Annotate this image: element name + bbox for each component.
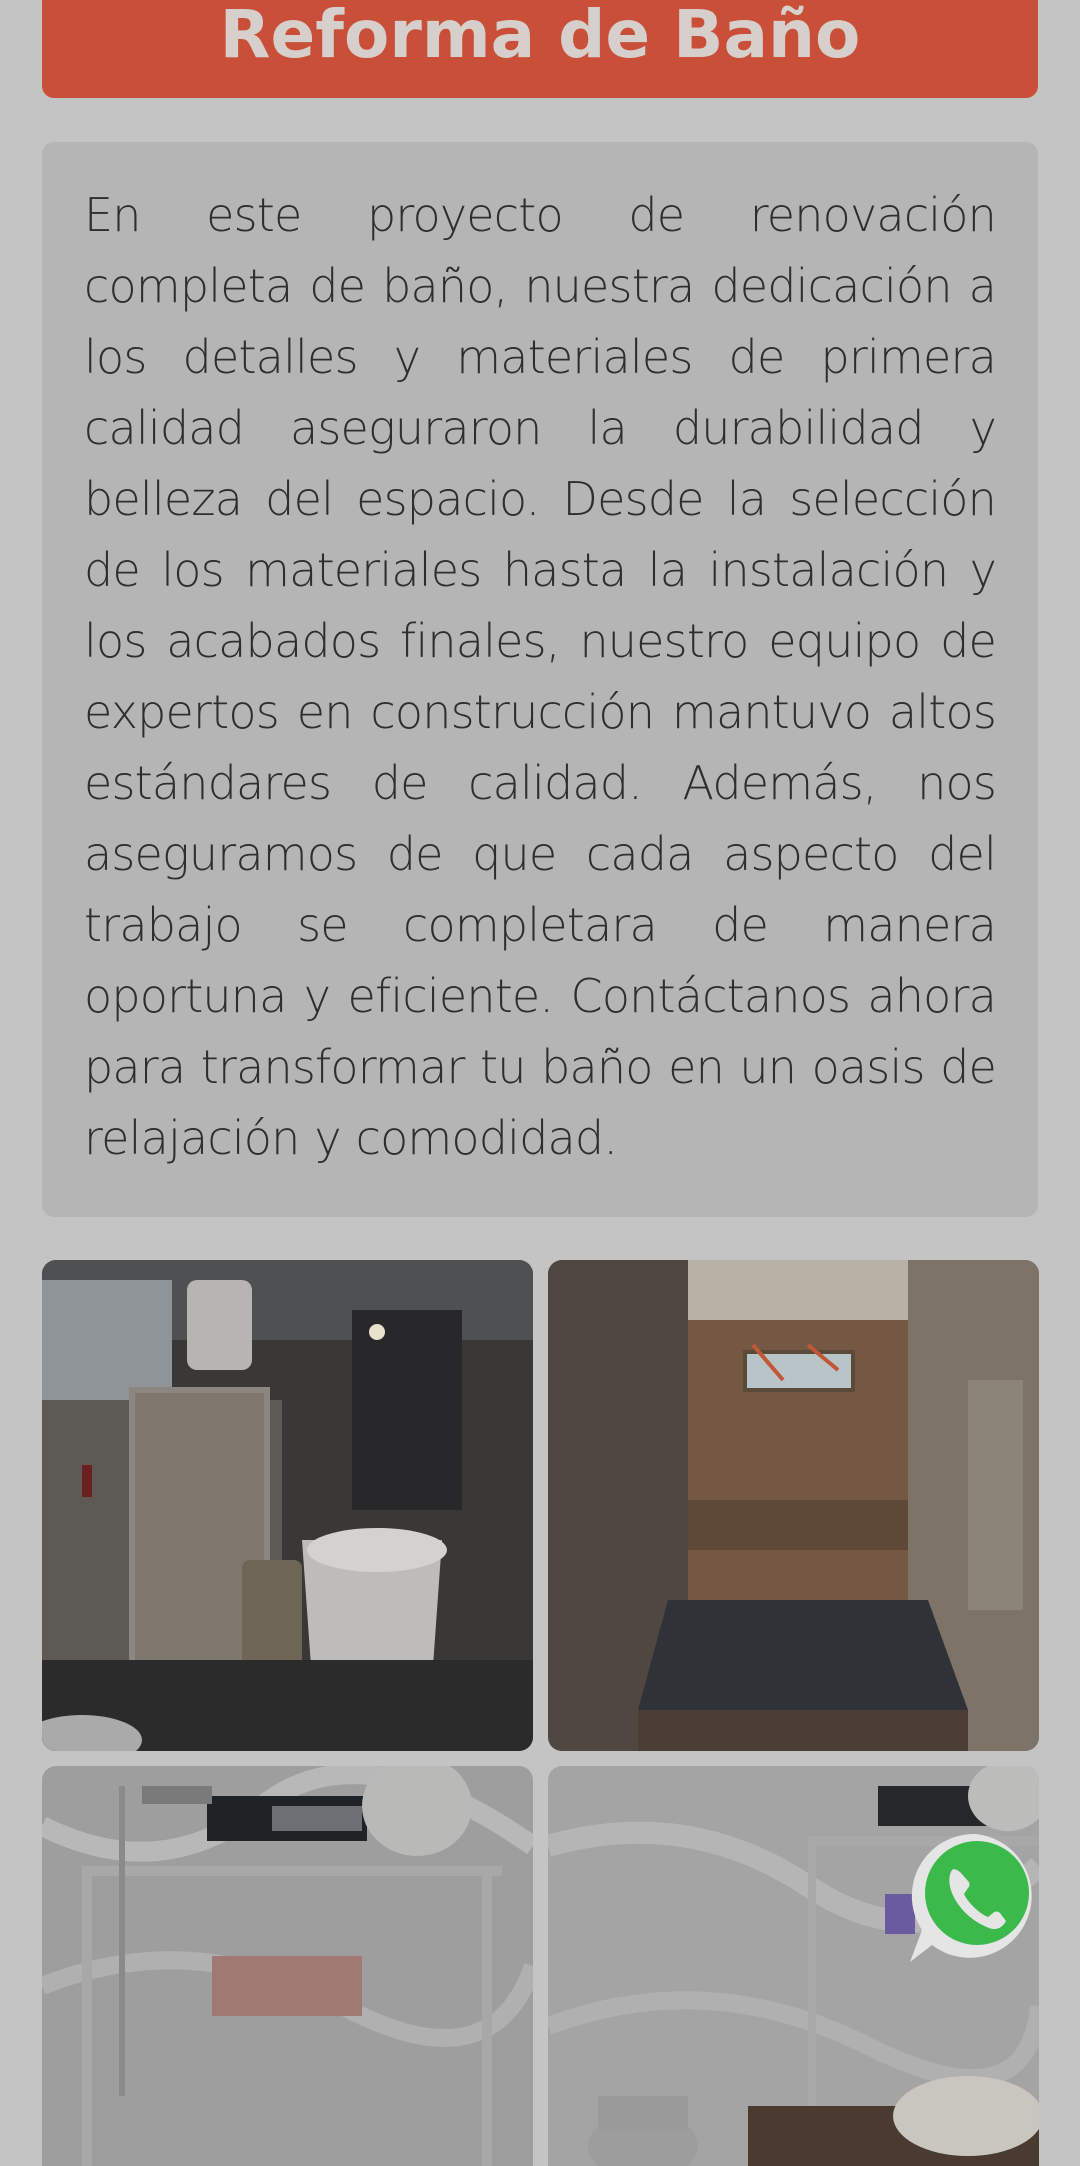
- gallery-photo-bathroom-demolition[interactable]: [548, 1260, 1039, 1751]
- project-description-card: En este proyecto de renovación completa …: [42, 142, 1038, 1217]
- page-title: Reforma de Baño: [219, 0, 861, 73]
- whatsapp-icon: [910, 1833, 1032, 1962]
- gallery-photo-bathroom-shower-after[interactable]: [42, 1766, 533, 2166]
- gallery-photo-bathroom-before[interactable]: [42, 1260, 533, 1751]
- whatsapp-button[interactable]: [904, 1826, 1046, 1968]
- project-description-text: En este proyecto de renovación completa …: [84, 188, 997, 1165]
- page-title-banner: Reforma de Baño: [42, 0, 1038, 98]
